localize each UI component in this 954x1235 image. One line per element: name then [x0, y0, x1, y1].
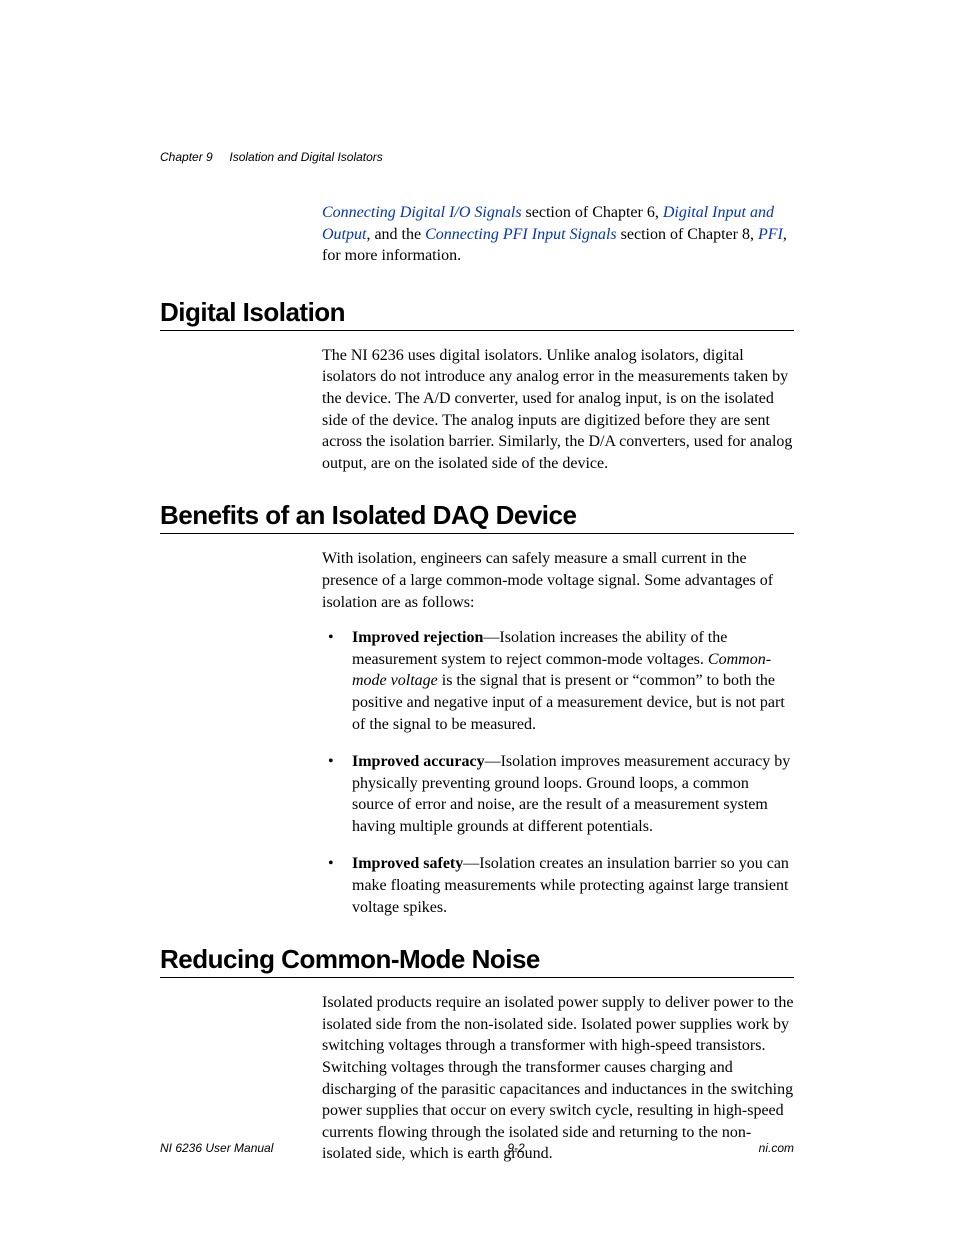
benefit-term: Improved rejection	[352, 629, 483, 646]
benefit-term: Improved accuracy	[352, 753, 485, 770]
chapter-title: Isolation and Digital Isolators	[229, 150, 382, 164]
link-connecting-pfi[interactable]: Connecting PFI Input Signals	[425, 226, 617, 243]
intro-paragraph: Connecting Digital I/O Signals section o…	[322, 202, 794, 267]
intro-text-2: , and the	[366, 226, 425, 243]
list-item: Improved rejection—Isolation increases t…	[322, 627, 794, 735]
body-reducing: Isolated products require an isolated po…	[322, 992, 794, 1165]
footer-right: ni.com	[759, 1141, 794, 1155]
benefit-term: Improved safety	[352, 855, 463, 872]
footer-left: NI 6236 User Manual	[160, 1141, 273, 1155]
body-benefits-intro: With isolation, engineers can safely mea…	[322, 548, 794, 613]
heading-benefits: Benefits of an Isolated DAQ Device	[160, 500, 794, 534]
body-digital-isolation: The NI 6236 uses digital isolators. Unli…	[322, 345, 794, 475]
link-connecting-dio[interactable]: Connecting Digital I/O Signals	[322, 204, 522, 221]
running-header: Chapter 9 Isolation and Digital Isolator…	[160, 150, 794, 164]
heading-digital-isolation: Digital Isolation	[160, 297, 794, 331]
list-item: Improved safety—Isolation creates an ins…	[322, 853, 794, 918]
list-item: Improved accuracy—Isolation improves mea…	[322, 751, 794, 837]
benefits-list: Improved rejection—Isolation increases t…	[322, 627, 794, 918]
chapter-label: Chapter 9	[160, 150, 213, 164]
page-content: Chapter 9 Isolation and Digital Isolator…	[0, 0, 954, 1165]
intro-text-1: section of Chapter 6,	[522, 204, 663, 221]
page-footer: NI 6236 User Manual 9-2 ni.com	[160, 1141, 794, 1155]
footer-center: 9-2	[507, 1141, 524, 1155]
intro-text-3: section of Chapter 8,	[617, 226, 758, 243]
heading-reducing: Reducing Common-Mode Noise	[160, 944, 794, 978]
link-pfi[interactable]: PFI	[758, 226, 783, 243]
